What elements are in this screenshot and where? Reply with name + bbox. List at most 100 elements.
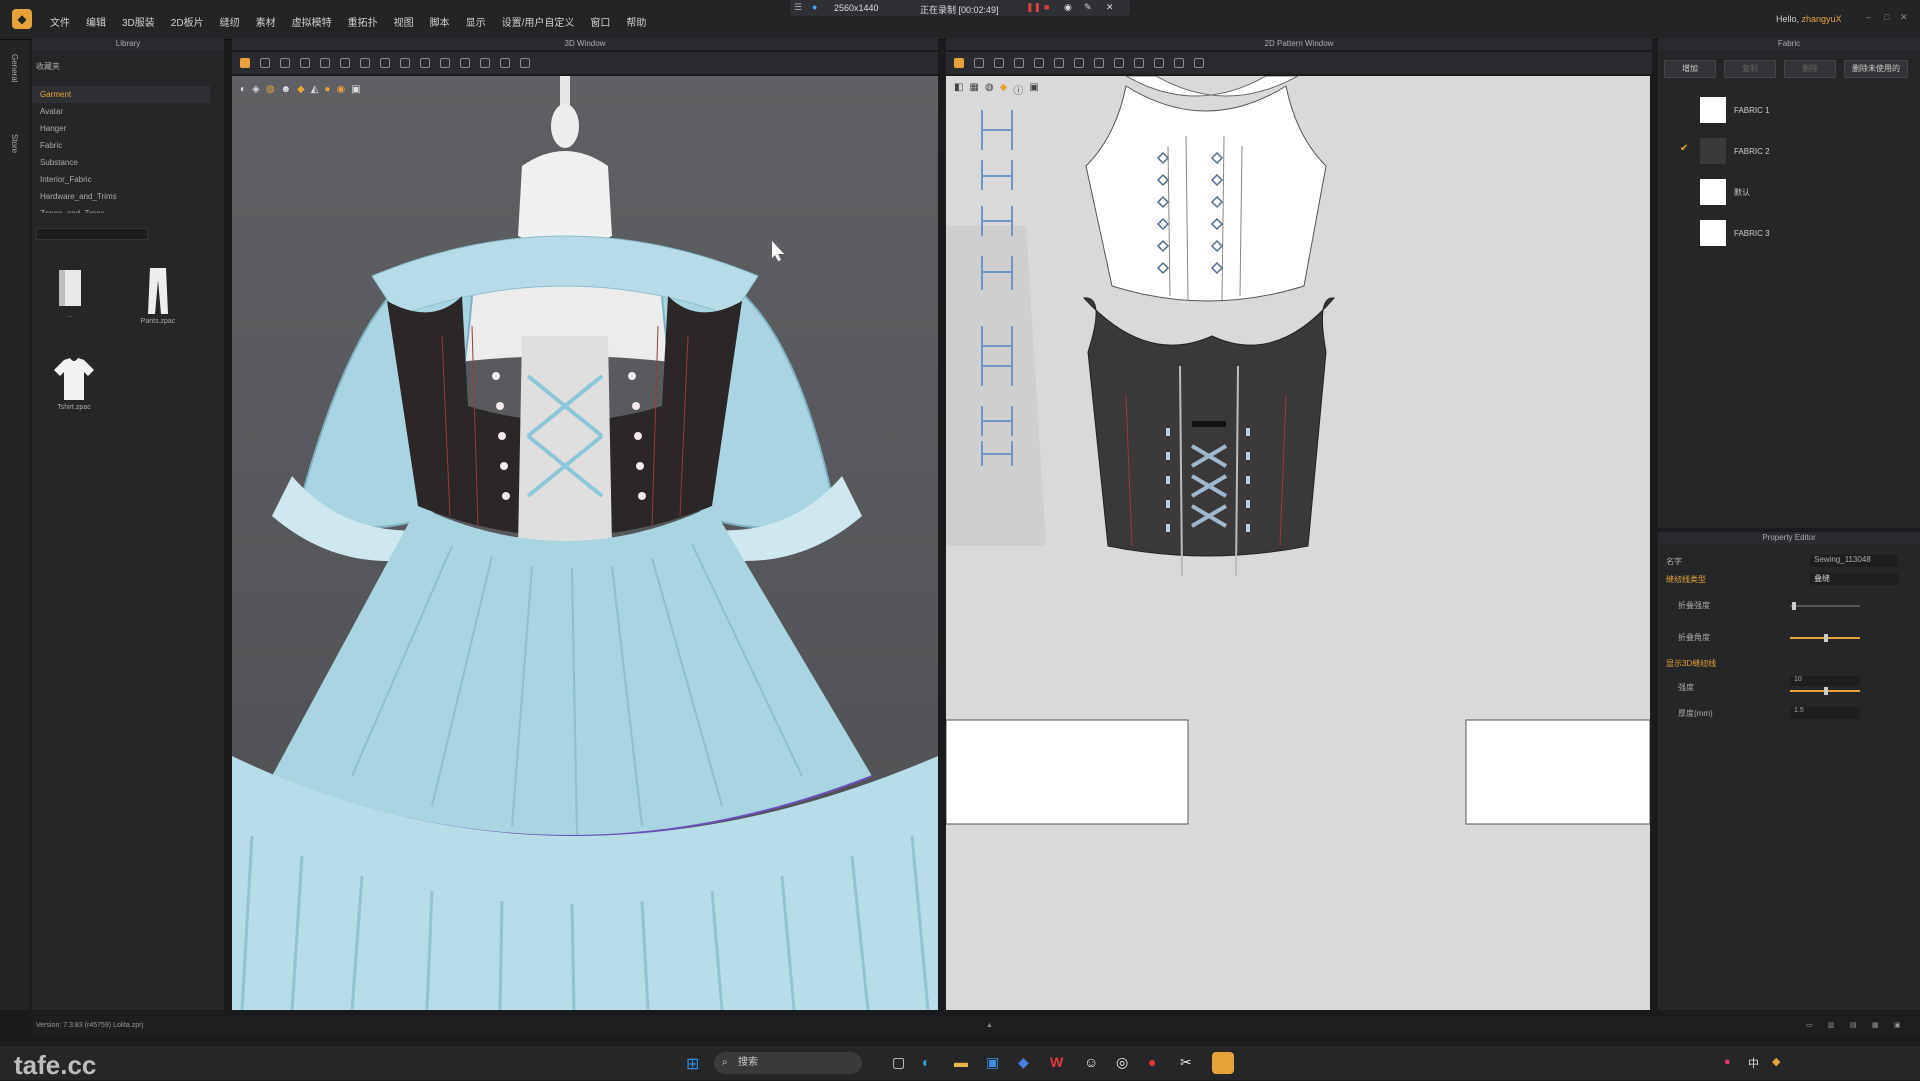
library-item-avatar[interactable]: Avatar bbox=[32, 103, 210, 120]
layout-full-icon[interactable]: ▣ bbox=[1894, 1016, 1901, 1036]
qq-icon[interactable]: ☺ bbox=[1084, 1054, 1098, 1070]
menu-item-help[interactable]: 帮助 bbox=[626, 14, 646, 29]
check-sewing-icon[interactable] bbox=[1134, 58, 1144, 68]
slider-handle[interactable] bbox=[1792, 602, 1796, 610]
measure-tool-icon[interactable] bbox=[420, 58, 430, 68]
layout-triple-icon[interactable]: ▤ bbox=[1850, 1016, 1857, 1036]
camera-app-icon[interactable]: ◎ bbox=[1116, 1054, 1128, 1071]
view-fabric-icon[interactable]: ◆ bbox=[297, 84, 305, 95]
camera-icon[interactable]: ◉ bbox=[1064, 2, 1072, 13]
menu-item-script[interactable]: 脚本 bbox=[430, 14, 450, 29]
task-view-icon[interactable]: ▢ bbox=[892, 1054, 905, 1071]
view-render-icon[interactable]: ◉ bbox=[336, 84, 345, 95]
capcut-icon[interactable]: ✂ bbox=[1180, 1054, 1192, 1071]
recorder-icon[interactable]: ● bbox=[1148, 1054, 1156, 1070]
slider-handle[interactable] bbox=[1824, 634, 1828, 642]
view-2d-pattern-icon[interactable]: ◧ bbox=[954, 82, 963, 97]
maximize-icon[interactable]: □ bbox=[1884, 12, 1889, 22]
library-item-substance[interactable]: Substance bbox=[32, 154, 210, 171]
thickness-input[interactable]: 1.5 bbox=[1790, 707, 1860, 719]
prop-section-3d[interactable]: 显示3D缝纫线 bbox=[1666, 658, 1906, 672]
file-item[interactable]: ... bbox=[46, 266, 94, 319]
file-item[interactable]: Pants.zpac bbox=[128, 266, 188, 325]
polygon-tool-icon[interactable] bbox=[994, 58, 1004, 68]
select-tool-icon[interactable] bbox=[240, 58, 250, 68]
library-item-garment[interactable]: Garment bbox=[32, 86, 210, 103]
window-close-icon[interactable]: ✕ bbox=[1900, 12, 1908, 23]
wps-icon[interactable]: W bbox=[1050, 1054, 1063, 1070]
move-tool-icon[interactable] bbox=[260, 58, 270, 68]
prop-name-input[interactable]: Sewing_113048 bbox=[1810, 555, 1898, 567]
pleat-tool-icon[interactable] bbox=[1154, 58, 1164, 68]
prop-section-type[interactable]: 缝纫线类型 叠缝 bbox=[1666, 573, 1906, 588]
menu-icon[interactable]: ☰ bbox=[794, 2, 802, 13]
view-pin-icon[interactable]: ◭ bbox=[311, 84, 319, 95]
sewing-tool-icon[interactable] bbox=[360, 58, 370, 68]
ime-indicator[interactable]: 中 bbox=[1748, 1055, 1759, 1071]
view-garment-icon[interactable]: ◐ bbox=[240, 84, 246, 95]
fold-strength-slider[interactable] bbox=[1790, 602, 1860, 610]
view-2d-image-icon[interactable]: ▣ bbox=[1029, 82, 1038, 97]
taskbar-search[interactable]: ⌕ 搜索 bbox=[714, 1052, 862, 1074]
view-shirt-icon[interactable]: ◈ bbox=[252, 84, 260, 95]
arrange-tool-icon[interactable] bbox=[340, 58, 350, 68]
menu-item-2d-pattern[interactable]: 2D板片 bbox=[171, 14, 204, 29]
menu-item-settings[interactable]: 设置/用户自定义 bbox=[502, 14, 575, 29]
free-sewing-icon[interactable] bbox=[1114, 58, 1124, 68]
delete-unused-button[interactable]: 删除未使用的 bbox=[1844, 60, 1908, 78]
layout-split-icon[interactable]: ▥ bbox=[1828, 1016, 1835, 1036]
zipper-tool-icon[interactable] bbox=[480, 58, 490, 68]
view-2d-info-icon[interactable]: ⓘ bbox=[1013, 82, 1023, 97]
view-2d-fabric-icon[interactable]: ◆ bbox=[1000, 82, 1008, 97]
mic-tray-icon[interactable]: ● bbox=[1724, 1056, 1731, 1068]
segment-sewing-icon[interactable] bbox=[1094, 58, 1104, 68]
clo-app-icon[interactable] bbox=[1212, 1052, 1234, 1074]
pause-icon[interactable]: ❚❚ bbox=[1026, 2, 1041, 13]
fold-angle-slider[interactable] bbox=[1790, 634, 1860, 642]
rectangle-tool-icon[interactable] bbox=[1014, 58, 1024, 68]
library-item-zones[interactable]: Zones_and_Trees bbox=[32, 205, 210, 213]
menu-item-3d-garment[interactable]: 3D服装 bbox=[122, 14, 155, 29]
strength-slider[interactable] bbox=[1790, 687, 1860, 695]
grading-tool-icon[interactable] bbox=[1194, 58, 1204, 68]
library-item-interior-fabric[interactable]: Interior_Fabric bbox=[32, 171, 210, 188]
piping-tool-icon[interactable] bbox=[500, 58, 510, 68]
copy-fabric-button[interactable]: 复制 bbox=[1724, 60, 1776, 78]
fabric-item[interactable]: ✔ FABRIC 2 bbox=[1664, 131, 1904, 171]
menu-item-retopology[interactable]: 重拓扑 bbox=[348, 14, 378, 29]
minimize-icon[interactable]: – bbox=[1866, 12, 1871, 22]
library-item-hardware[interactable]: Hardware_and_Trims bbox=[32, 188, 210, 205]
view-2d-texture-icon[interactable]: ◍ bbox=[985, 82, 994, 97]
menu-item-edit[interactable]: 编辑 bbox=[86, 14, 106, 29]
internal-line-icon[interactable] bbox=[1054, 58, 1064, 68]
fabric-item[interactable]: FABRIC 3 bbox=[1664, 213, 1904, 253]
menu-item-materials[interactable]: 素材 bbox=[256, 14, 276, 29]
view-2d-grid-icon[interactable]: ▦ bbox=[969, 82, 978, 97]
app-blue-icon[interactable]: ◆ bbox=[1018, 1054, 1029, 1071]
folder-explorer-icon[interactable]: ▬ bbox=[954, 1054, 968, 1070]
library-item-fabric[interactable]: Fabric bbox=[32, 137, 210, 154]
topstitch-tool-icon[interactable] bbox=[440, 58, 450, 68]
tab-store[interactable]: Store bbox=[10, 134, 19, 153]
trim-tool-icon[interactable] bbox=[520, 58, 530, 68]
menu-item-display[interactable]: 显示 bbox=[466, 14, 486, 29]
windows-start-icon[interactable]: ⊞ bbox=[686, 1054, 699, 1074]
mic-icon[interactable]: ● bbox=[812, 2, 817, 12]
menu-item-view[interactable]: 视图 bbox=[394, 14, 414, 29]
tack-tool-icon[interactable] bbox=[280, 58, 290, 68]
tray-app-icon[interactable]: ◆ bbox=[1772, 1055, 1780, 1068]
fabric-item[interactable]: FABRIC 1 bbox=[1664, 90, 1904, 130]
freeform-tool-icon[interactable] bbox=[400, 58, 410, 68]
menu-item-window[interactable]: 窗口 bbox=[590, 14, 610, 29]
transform-pattern-icon[interactable] bbox=[974, 58, 984, 68]
edge-icon[interactable]: ◐ bbox=[922, 1054, 930, 1070]
menu-item-file[interactable]: 文件 bbox=[50, 14, 70, 29]
view-light-icon[interactable]: ● bbox=[324, 84, 330, 95]
segment-tool-icon[interactable] bbox=[380, 58, 390, 68]
layout-single-icon[interactable]: ▭ bbox=[1806, 1016, 1813, 1036]
add-fabric-button[interactable]: 增加 bbox=[1664, 60, 1716, 78]
layout-quad-icon[interactable]: ▦ bbox=[1872, 1016, 1879, 1036]
menu-item-sewing[interactable]: 缝纫 bbox=[220, 14, 240, 29]
2d-viewport[interactable]: ◧ ▦ ◍ ◆ ⓘ ▣ bbox=[946, 76, 1650, 1010]
stop-icon[interactable]: ■ bbox=[1044, 2, 1049, 12]
